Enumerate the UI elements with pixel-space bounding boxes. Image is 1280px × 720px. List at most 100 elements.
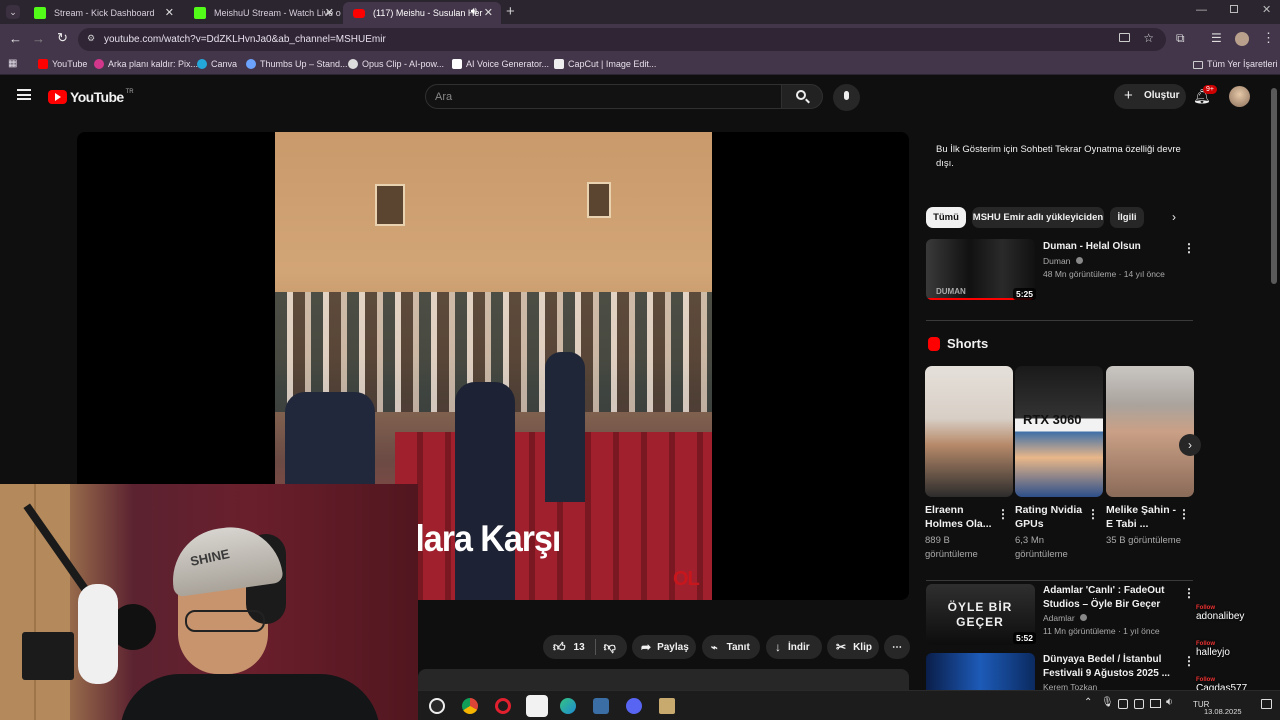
star-icon [246,59,256,69]
obs-icon[interactable] [429,698,445,714]
chip-related[interactable]: İlgili [1110,207,1144,228]
more-vert-icon[interactable]: ⋮ [1183,241,1195,255]
promote-button[interactable]: ⌁ Tanıt [702,635,760,659]
tab-youtube-video[interactable]: (117) Meishu - Susulan Her 🔊︎ ✕ [343,2,501,24]
network-icon[interactable] [1150,699,1161,708]
close-tab-icon[interactable]: ✕ [165,6,174,19]
bookmark-ai-voice[interactable]: AI Voice Generator... [452,59,549,69]
reading-list-icon[interactable]: ☰ [1211,31,1222,45]
chevron-right-icon[interactable]: › [1172,210,1176,224]
edge-icon[interactable] [560,698,576,714]
tray-chevron-icon[interactable]: ⌃ [1084,697,1092,708]
tab-list-button[interactable]: ⌄ [6,5,20,19]
taskbar-date[interactable]: 13.08.2025 [1204,707,1242,716]
back-icon[interactable]: ← [9,31,22,46]
speaker-icon[interactable]: 🔊︎ [471,6,477,17]
related-video-thumb[interactable] [926,653,1035,690]
video-meta: 11 Mn görüntüleme · 1 yıl önce [1043,626,1160,636]
all-bookmarks[interactable]: Tüm Yer İşaretleri [1193,59,1278,69]
bookmark-opus-clip[interactable]: Opus Clip - AI-pow... [348,59,444,69]
notification-center-icon[interactable] [1261,699,1272,709]
yandex-icon[interactable] [526,695,548,717]
download-button[interactable]: ↓ İndir [766,635,822,659]
tray-mic-icon[interactable]: 🎙︎ [1101,697,1114,708]
extensions-icon[interactable]: ⧉ [1176,31,1185,46]
forward-icon[interactable]: → [32,31,45,46]
related-video-title[interactable]: Adamlar 'Canlı' : FadeOut Studios – Öyle… [1043,584,1178,612]
account-avatar[interactable] [1229,86,1250,107]
hamburger-menu-icon[interactable] [17,89,31,100]
bookmark-thumbs-up[interactable]: Thumbs Up – Stand... [246,59,348,69]
chip-all[interactable]: Tümü [926,207,966,228]
minimize-icon[interactable]: — [1196,4,1207,16]
short-thumb-3[interactable] [1106,366,1194,497]
profile-avatar[interactable] [1235,32,1249,46]
short-title-3[interactable]: Melike Şahin - E Tabi ... [1106,503,1182,531]
youtube-icon [38,59,48,69]
short-thumb-text: RTX 3060 [1023,412,1082,427]
reload-icon[interactable]: ↻ [57,30,68,46]
channel-name[interactable]: Duman [1043,255,1083,268]
more-vert-icon[interactable]: ⋮ [1178,507,1190,521]
shorts-next-button[interactable]: › [1179,434,1201,456]
related-video-title[interactable]: Dünyaya Bedel / İstanbul Festivali 9 Ağu… [1043,653,1178,681]
browser-menu-icon[interactable]: ⋮ [1262,30,1275,46]
thumbs-down-icon[interactable]: 👎︎ [604,640,616,655]
app-icon[interactable] [593,698,609,714]
clip-button[interactable]: ✂ Klip [827,635,879,659]
restore-icon[interactable] [1230,5,1238,13]
page-scrollbar[interactable] [1271,88,1277,284]
glasses [185,610,265,632]
chrome-icon[interactable] [462,698,478,714]
canva-icon [197,59,207,69]
close-tab-icon[interactable]: ✕ [484,6,493,19]
bookmark-capcut[interactable]: CapCut | Image Edit... [554,59,656,69]
tray-app-icon[interactable] [1134,699,1144,709]
more-vert-icon[interactable]: ⋮ [1183,586,1195,600]
tab-meishu-stream[interactable]: MeishuU Stream - Watch Live o ✕ [184,2,342,24]
volume-icon[interactable]: 🔉︎ [1166,696,1173,709]
share-button[interactable]: ➦ Paylaş [632,635,696,659]
short-thumb-1[interactable] [925,366,1013,497]
opus-icon [348,59,358,69]
youtube-logo[interactable]: YouTube TR [48,89,134,105]
bookmark-youtube[interactable]: YouTube [38,59,87,69]
tab-kick-dashboard[interactable]: Stream - Kick Dashboard ✕ [24,2,182,24]
youtube-play-icon [48,90,67,104]
short-title-2[interactable]: Rating Nvidia GPUs [1015,503,1091,531]
thumb-label: ÖYLE BİR GEÇER [947,600,1013,629]
search-button[interactable] [781,84,823,109]
opera-icon[interactable] [495,698,511,714]
thumbs-up-icon: 👍︎ [553,639,566,654]
more-vert-icon[interactable]: ⋮ [1087,507,1099,521]
voice-search-button[interactable] [833,84,860,111]
short-thumb-2[interactable]: RTX 3060 [1015,366,1103,497]
close-window-icon[interactable]: ✕ [1262,3,1271,16]
channel-watermark: OL [673,568,700,590]
apps-grid-icon[interactable]: ▦ [8,58,17,69]
short-title-1[interactable]: Elraenn Holmes Ola... [925,503,1001,531]
cast-icon[interactable] [1119,33,1130,42]
channel-name[interactable]: Adamlar [1043,612,1088,625]
new-tab-button[interactable]: + [506,3,515,20]
chip-from-uploader[interactable]: MSHU Emir adlı yükleyiciden [972,207,1104,228]
search-input[interactable]: Ara [425,84,782,109]
create-button[interactable]: + Oluştur [1114,84,1186,109]
site-info-icon[interactable]: ⚙ [87,33,95,44]
url-bar[interactable]: ⚙ youtube.com/watch?v=DdZKLHvnJa0&ab_cha… [78,28,1166,51]
kick-icon [194,7,206,19]
tray-app-icon[interactable] [1118,699,1128,709]
related-video-title[interactable]: Duman - Helal Olsun [1043,240,1178,254]
more-actions-button[interactable]: ⋯ [884,635,910,659]
like-button[interactable]: 👍︎ 13 👎︎ [543,635,627,659]
notifications-button[interactable]: 🔔︎ 9+ [1193,85,1217,106]
close-tab-icon[interactable]: ✕ [325,6,334,19]
bookmark-canva[interactable]: Canva [197,59,237,69]
chat-replay-notice: Bu İlk Gösterim için Sohbeti Tekrar Oyna… [936,144,1181,169]
more-vert-icon[interactable]: ⋮ [997,507,1009,521]
bookmark-pixian[interactable]: Arka planı kaldır: Pix... [94,59,198,69]
bookmark-star-icon[interactable]: ☆ [1143,31,1154,45]
discord-icon[interactable] [626,698,642,714]
more-vert-icon[interactable]: ⋮ [1183,654,1195,668]
league-icon[interactable] [659,698,675,714]
